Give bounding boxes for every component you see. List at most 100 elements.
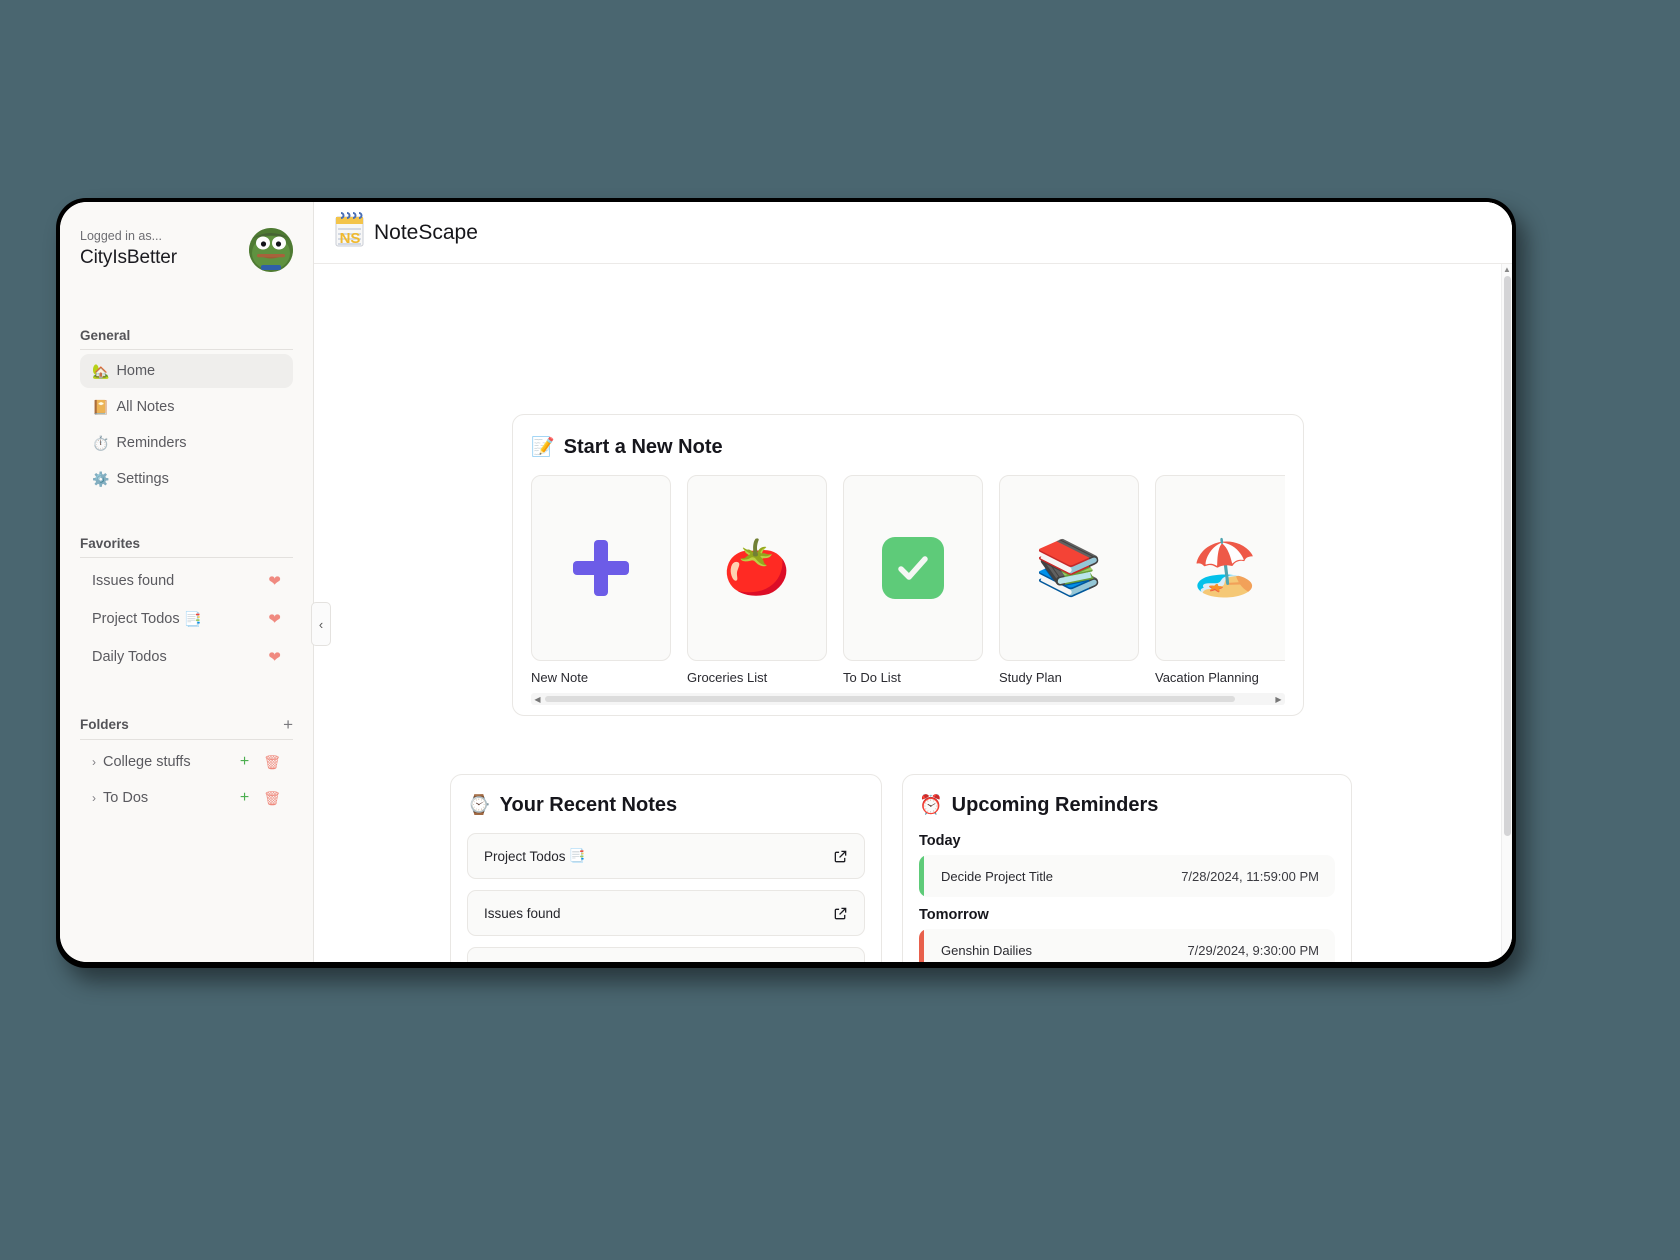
recent-note-row[interactable]: Issues found	[467, 890, 865, 936]
reminder-time: 7/28/2024, 11:59:00 PM	[1181, 868, 1319, 884]
sidebar-item-label: Settings	[116, 471, 169, 487]
heart-icon[interactable]: ❤	[268, 610, 281, 628]
template-thumbnail: 📚	[999, 475, 1139, 661]
scrollbar-thumb[interactable]	[545, 696, 1235, 702]
logged-in-label: Logged in as...	[80, 229, 163, 243]
sidebar-item-settings[interactable]: ⚙️ Settings	[80, 462, 293, 496]
template-card-to-do-list[interactable]: To Do List	[843, 475, 983, 685]
page-facing-up-icon: 📑	[183, 611, 202, 628]
sidebar-item-label: All Notes	[116, 399, 175, 415]
template-strip[interactable]: New Note 🍅 Groceries List To Do List 📚 S…	[531, 475, 1285, 685]
template-card-study-plan[interactable]: 📚 Study Plan	[999, 475, 1139, 685]
template-card-new-note[interactable]: New Note	[531, 475, 671, 685]
reminder-row[interactable]: Decide Project Title 7/28/2024, 11:59:00…	[919, 855, 1335, 897]
external-link-icon[interactable]	[833, 849, 848, 864]
folder-label: To Dos	[103, 790, 149, 806]
favorite-label: Project Todos	[92, 611, 180, 627]
template-label: New Note	[531, 670, 589, 685]
gear-icon: ⚙️	[92, 471, 110, 487]
svg-text:NS: NS	[340, 230, 361, 247]
sidebar-item-reminders[interactable]: ⏱️ Reminders	[80, 426, 293, 460]
template-label: To Do List	[843, 670, 901, 685]
template-thumbnail: 🏖️	[1155, 475, 1285, 661]
scroll-up-arrow-icon[interactable]: ▲	[1502, 264, 1512, 276]
start-new-note-card: 📝 Start a New Note New Note 🍅 Groceries …	[512, 414, 1304, 716]
username-label: CityIsBetter	[80, 247, 177, 269]
trash-icon[interactable]: 🗑	[263, 755, 281, 769]
start-new-note-title-label: Start a New Note	[563, 435, 723, 458]
top-bar: NS NoteScape	[314, 202, 1512, 264]
reminder-label: Genshin Dailies	[941, 942, 1033, 958]
heart-icon[interactable]: ❤	[268, 648, 281, 666]
sidebar-item-all-notes[interactable]: 📔 All Notes	[80, 390, 293, 424]
plus-icon	[573, 540, 629, 596]
favorites-section: Favorites Issues found ❤ Project Todos 📑…	[80, 536, 293, 676]
scroll-right-arrow-icon[interactable]: ▶	[1272, 695, 1285, 704]
beach-umbrella-icon: 🏖️	[1191, 538, 1259, 598]
add-folder-icon[interactable]: +	[283, 716, 293, 733]
folders-section: Folders + › College stuffs + 🗑 › To Dos …	[80, 716, 293, 816]
device-frame: Logged in as... CityIsBetter General 🏡 H…	[56, 198, 1516, 968]
main-area: NS NoteScape 📝 Start a New Note New Note…	[314, 202, 1512, 962]
template-horizontal-scrollbar[interactable]: ◀ ▶	[531, 693, 1285, 705]
check-icon	[882, 537, 944, 599]
content-vertical-scrollbar[interactable]: ▲	[1501, 264, 1512, 962]
recent-note-row[interactable]: Project Todos 📑	[467, 833, 865, 879]
upcoming-reminders-card: ⏰ Upcoming Reminders Today Decide Projec…	[902, 774, 1352, 962]
chevron-right-icon[interactable]: ›	[92, 755, 96, 769]
template-label: Study Plan	[999, 670, 1062, 685]
chevron-right-icon[interactable]: ›	[92, 791, 96, 805]
trash-icon[interactable]: 🗑	[263, 791, 281, 805]
template-card-groceries-list[interactable]: 🍅 Groceries List	[687, 475, 827, 685]
scrollbar-thumb[interactable]	[1504, 276, 1511, 836]
add-note-icon[interactable]: +	[240, 754, 249, 770]
reminder-row[interactable]: Genshin Dailies 7/29/2024, 9:30:00 PM	[919, 929, 1335, 962]
recent-notes-title: ⌚ Your Recent Notes	[467, 793, 865, 817]
folders-heading: Folders +	[80, 716, 293, 740]
folders-heading-label: Folders	[80, 717, 129, 732]
books-icon: 📚	[1035, 538, 1103, 598]
scroll-left-arrow-icon[interactable]: ◀	[531, 695, 544, 704]
sidebar: Logged in as... CityIsBetter General 🏡 H…	[60, 202, 331, 962]
content-scroll-area: 📝 Start a New Note New Note 🍅 Groceries …	[314, 264, 1512, 962]
chevron-left-icon: ‹	[318, 616, 324, 632]
recent-notes-title-label: Your Recent Notes	[499, 793, 678, 816]
folder-item-college-stuffs[interactable]: › College stuffs + 🗑	[80, 744, 293, 780]
sidebar-collapse-button[interactable]: ‹	[311, 602, 331, 646]
folder-item-to-dos[interactable]: › To Dos + 🗑	[80, 780, 293, 816]
sidebar-item-label: Reminders	[116, 435, 187, 451]
user-profile: Logged in as... CityIsBetter	[80, 228, 293, 272]
template-card-vacation-planning[interactable]: 🏖️ Vacation Planning	[1155, 475, 1285, 685]
recent-note-label: Project Todos	[484, 848, 566, 864]
upcoming-reminders-title: ⏰ Upcoming Reminders	[919, 793, 1335, 817]
brand-title: NoteScape	[374, 220, 478, 244]
template-thumbnail	[843, 475, 983, 661]
template-thumbnail	[531, 475, 671, 661]
favorites-heading: Favorites	[80, 536, 293, 558]
alarm-clock-icon: ⏰	[919, 795, 943, 816]
general-heading-label: General	[80, 328, 131, 343]
watch-icon: ⌚	[467, 795, 491, 816]
app-window: Logged in as... CityIsBetter General 🏡 H…	[60, 202, 1512, 962]
external-link-icon[interactable]	[833, 906, 848, 921]
reminder-time: 7/29/2024, 9:30:00 PM	[1187, 942, 1319, 958]
favorite-item-daily-todos[interactable]: Daily Todos ❤	[80, 638, 293, 676]
tomato-icon: 🍅	[723, 538, 791, 598]
sidebar-item-label: Home	[116, 363, 156, 379]
favorite-item-issues-found[interactable]: Issues found ❤	[80, 562, 293, 600]
sidebar-item-home[interactable]: 🏡 Home	[80, 354, 293, 388]
start-new-note-title: 📝 Start a New Note	[531, 435, 1285, 459]
brand[interactable]: NS NoteScape	[330, 210, 478, 255]
reminder-day-label: Today	[919, 833, 961, 849]
general-nav-section: General 🏡 Home 📔 All Notes ⏱️ Reminders …	[80, 328, 293, 496]
heart-icon[interactable]: ❤	[268, 572, 281, 590]
favorite-item-project-todos[interactable]: Project Todos 📑 ❤	[80, 600, 293, 638]
recent-note-row[interactable]: Daily Todos	[467, 947, 865, 962]
template-label: Vacation Planning	[1155, 670, 1259, 685]
avatar[interactable]	[249, 228, 293, 272]
stopwatch-icon: ⏱️	[92, 435, 110, 451]
reminder-day-label: Tomorrow	[919, 907, 989, 923]
add-note-icon[interactable]: +	[240, 790, 249, 806]
folder-label: College stuffs	[103, 754, 191, 770]
recent-notes-card: ⌚ Your Recent Notes Project Todos 📑 Issu…	[450, 774, 882, 962]
